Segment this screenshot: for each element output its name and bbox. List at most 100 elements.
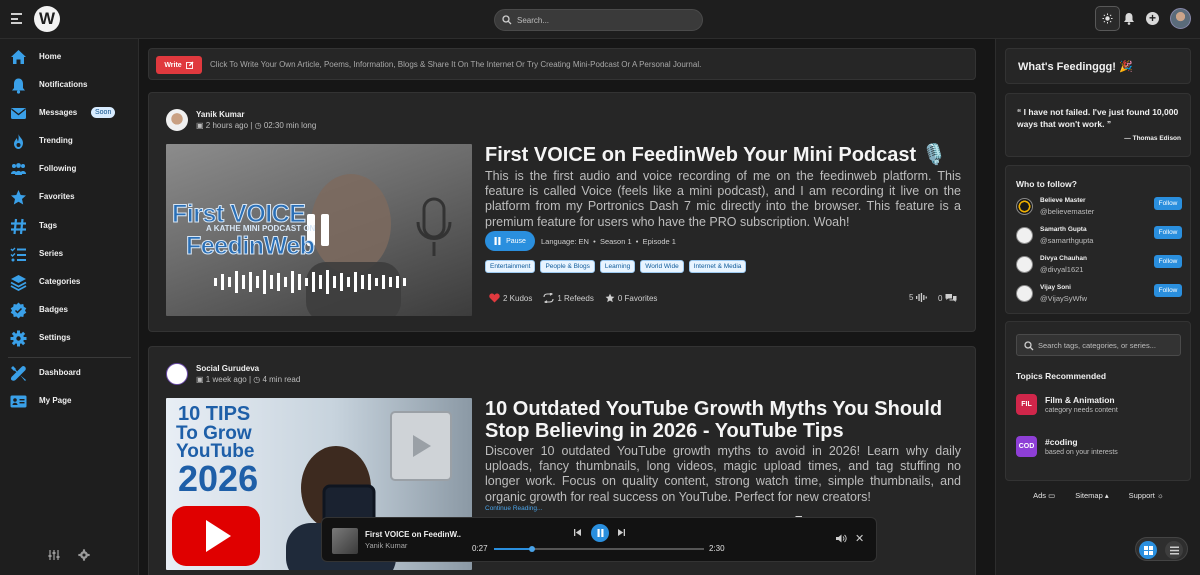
bell-icon[interactable]	[1123, 12, 1135, 25]
sidebar-item-my-page[interactable]: My Page	[0, 390, 139, 414]
sidebar-item-following[interactable]: Following	[0, 158, 139, 182]
topic-subtitle: based on your interests	[1045, 449, 1118, 456]
listens-count: 5	[909, 293, 914, 302]
main-feed: Write Click To Write Your Own Article, P…	[140, 39, 994, 575]
kudos-button[interactable]: 2 Kudos	[489, 293, 532, 303]
list-view-button[interactable]	[1165, 541, 1183, 559]
sidebar-item-label: Notifications	[39, 80, 88, 89]
who-to-follow-card: Who to follow? Believe Master @believema…	[1005, 165, 1191, 314]
player-author: Yanik Kumar	[365, 541, 408, 550]
search-input[interactable]	[517, 10, 697, 30]
tag-list: Entertainment People & Blogs Learning Wo…	[485, 260, 747, 273]
menu-icon[interactable]	[11, 13, 22, 24]
star-icon	[11, 190, 26, 205]
sidebar-item-messages[interactable]: Messages Soon	[0, 102, 139, 126]
soon-badge: Soon	[91, 107, 116, 118]
refeed-button[interactable]: 1 Refeeds	[543, 293, 594, 303]
user-handle: @believemaster	[1040, 207, 1095, 216]
support-link[interactable]: Support ☼	[1129, 491, 1164, 500]
pause-icon	[494, 237, 501, 245]
write-bar[interactable]: Write Click To Write Your Own Article, P…	[148, 48, 976, 80]
topic-item[interactable]: COD #coding based on your interests	[1016, 436, 1182, 460]
player-title[interactable]: First VOICE on FeedinW...	[365, 530, 461, 539]
user-name[interactable]: Samarth Gupta	[1040, 226, 1087, 233]
topics-search[interactable]	[1016, 334, 1181, 356]
pause-button[interactable]: Pause	[485, 231, 535, 251]
post-title[interactable]: First VOICE on FeedinWeb Your Mini Podca…	[485, 144, 965, 166]
waveform-icon	[916, 293, 928, 302]
write-button[interactable]: Write	[156, 56, 202, 74]
thumbnail-brand: FeedinWeb	[185, 232, 315, 261]
search-bar[interactable]	[494, 9, 703, 31]
previous-icon[interactable]	[574, 529, 581, 536]
user-avatar[interactable]	[1170, 8, 1191, 29]
user-name[interactable]: Believe Master	[1040, 197, 1086, 204]
sidebar-item-trending[interactable]: Trending	[0, 130, 139, 154]
sidebar-item-tags[interactable]: Tags	[0, 215, 139, 239]
settings-gear-icon[interactable]	[78, 549, 90, 561]
player-pause-button[interactable]	[591, 524, 609, 542]
follow-button[interactable]: Follow	[1154, 255, 1182, 268]
write-button-label: Write	[164, 61, 182, 69]
ads-link[interactable]: Ads ▭	[1033, 491, 1055, 500]
logo[interactable]: W	[34, 6, 60, 32]
follow-button[interactable]: Follow	[1154, 284, 1182, 297]
user-avatar[interactable]	[1016, 285, 1033, 302]
topic-item[interactable]: FIL Film & Animation category needs cont…	[1016, 394, 1182, 418]
sidebar-item-categories[interactable]: Categories	[0, 271, 139, 295]
comments-stat[interactable]: 0	[938, 293, 957, 303]
post-meta: ▣ 1 week ago | ◷ 4 min read	[196, 375, 301, 384]
topics-search-input[interactable]	[1038, 335, 1178, 355]
favorite-button[interactable]: 0 Favorites	[605, 293, 657, 303]
tag-internet-media[interactable]: Internet & Media	[688, 260, 747, 273]
sidebar-item-favorites[interactable]: Favorites	[0, 186, 139, 210]
theme-toggle-button[interactable]	[1095, 6, 1120, 31]
tag-world-wide[interactable]: World Wide	[640, 260, 684, 273]
season-label: Season 1	[599, 237, 632, 246]
user-avatar[interactable]	[1016, 256, 1033, 273]
sidebar-item-label: Settings	[39, 333, 71, 342]
next-icon[interactable]	[618, 529, 625, 536]
sidebar-item-badges[interactable]: Badges	[0, 299, 139, 323]
author-avatar[interactable]	[166, 363, 188, 385]
sidebar-item-notifications[interactable]: Notifications	[0, 74, 139, 98]
clock-icon: ◷	[254, 121, 262, 130]
sidebar-item-settings[interactable]: Settings	[0, 327, 139, 351]
author-name[interactable]: Social Gurudeva	[196, 364, 259, 373]
post-thumbnail[interactable]: First VOICE A KATHE MINI PODCAST ON Feed…	[166, 144, 472, 316]
user-name[interactable]: Divya Chauhan	[1040, 255, 1087, 262]
follow-button[interactable]: Follow	[1154, 226, 1182, 239]
tag-learning[interactable]: Learning	[599, 260, 636, 273]
topics-title: Topics Recommended	[1016, 371, 1107, 381]
player-thumbnail[interactable]	[332, 528, 358, 554]
author-avatar[interactable]	[166, 109, 188, 131]
add-icon[interactable]: +	[1146, 12, 1159, 25]
sidebar-item-home[interactable]: Home	[0, 46, 139, 70]
write-hint[interactable]: Click To Write Your Own Article, Poems, …	[210, 60, 701, 69]
close-icon[interactable]: ✕	[855, 532, 864, 545]
footer-links: Ads ▭ Sitemap ▴ Support ☼	[996, 491, 1200, 500]
user-avatar[interactable]	[1016, 227, 1033, 244]
sidebar-item-dashboard[interactable]: Dashboard	[0, 362, 139, 386]
post-title[interactable]: 10 Outdated YouTube Growth Myths You Sho…	[485, 398, 965, 442]
user-avatar[interactable]	[1016, 198, 1033, 215]
tag-people-blogs[interactable]: People & Blogs	[540, 260, 595, 273]
sidebar-item-series[interactable]: Series	[0, 243, 139, 267]
progress-track[interactable]	[494, 546, 704, 552]
progress-handle[interactable]	[528, 546, 535, 552]
author-name[interactable]: Yanik Kumar	[196, 110, 244, 119]
star-icon	[605, 293, 615, 303]
topic-subtitle: category needs content	[1045, 407, 1118, 414]
sitemap-link[interactable]: Sitemap ▴	[1075, 491, 1108, 500]
sidebar-item-label: Following	[39, 164, 77, 173]
follow-button[interactable]: Follow	[1154, 197, 1182, 210]
grid-view-button[interactable]	[1139, 541, 1157, 559]
continue-reading-link[interactable]: Continue Reading...	[485, 505, 542, 512]
view-toggle	[1135, 537, 1188, 561]
volume-icon[interactable]	[836, 534, 847, 543]
comments-icon	[945, 294, 957, 302]
sliders-icon[interactable]	[48, 549, 60, 561]
tag-entertainment[interactable]: Entertainment	[485, 260, 536, 273]
user-handle: @VijaySyWfw	[1040, 294, 1088, 303]
user-name[interactable]: Vijay Soni	[1040, 284, 1071, 291]
